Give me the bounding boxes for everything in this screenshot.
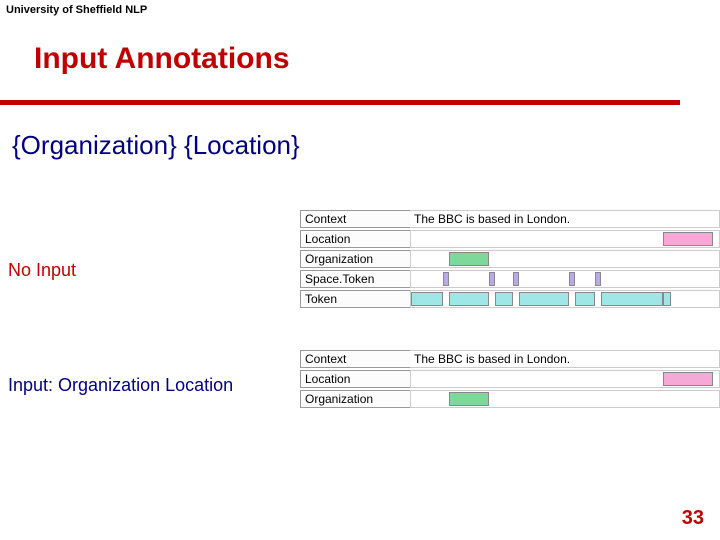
span-organization bbox=[449, 392, 489, 406]
annotation-track bbox=[410, 290, 720, 308]
row-organization: Organization bbox=[300, 250, 720, 268]
span-token bbox=[663, 292, 671, 306]
row-context: Context The BBC is based in London. bbox=[300, 210, 720, 228]
span-token bbox=[495, 292, 513, 306]
span-token bbox=[519, 292, 569, 306]
row-label: Organization bbox=[300, 390, 410, 408]
annotation-panel-no-input: Context The BBC is based in London. Loca… bbox=[300, 210, 720, 310]
header-band: University of Sheffield NLP bbox=[0, 0, 720, 20]
annotation-track bbox=[410, 250, 720, 268]
label-input: Input: Organization Location bbox=[8, 375, 233, 396]
span-token bbox=[601, 292, 663, 306]
annotation-track bbox=[410, 230, 720, 248]
context-sentence: The BBC is based in London. bbox=[410, 210, 720, 228]
row-label: Location bbox=[300, 230, 410, 248]
row-context: Context The BBC is based in London. bbox=[300, 350, 720, 368]
context-sentence: The BBC is based in London. bbox=[410, 350, 720, 368]
annotation-track bbox=[410, 270, 720, 288]
page-number: 33 bbox=[682, 507, 704, 530]
label-no-input: No Input bbox=[8, 260, 76, 281]
annotation-track bbox=[410, 370, 720, 388]
span-location bbox=[663, 232, 713, 246]
slide-title: Input Annotations bbox=[34, 42, 290, 76]
row-label: Organization bbox=[300, 250, 410, 268]
span-space bbox=[489, 272, 495, 286]
annotation-panel-input: Context The BBC is based in London. Loca… bbox=[300, 350, 720, 410]
pattern-text: {Organization} {Location} bbox=[12, 130, 300, 161]
row-label: Context bbox=[300, 350, 410, 368]
span-space bbox=[443, 272, 449, 286]
span-space bbox=[595, 272, 601, 286]
row-label: Context bbox=[300, 210, 410, 228]
row-space-token: Space.Token bbox=[300, 270, 720, 288]
span-location bbox=[663, 372, 713, 386]
row-location: Location bbox=[300, 370, 720, 388]
row-label: Location bbox=[300, 370, 410, 388]
span-organization bbox=[449, 252, 489, 266]
row-token: Token bbox=[300, 290, 720, 308]
title-underline bbox=[0, 100, 680, 105]
span-token bbox=[411, 292, 443, 306]
span-space bbox=[513, 272, 519, 286]
span-space bbox=[569, 272, 575, 286]
row-label: Token bbox=[300, 290, 410, 308]
row-location: Location bbox=[300, 230, 720, 248]
span-token bbox=[449, 292, 489, 306]
span-token bbox=[575, 292, 595, 306]
annotation-track bbox=[410, 390, 720, 408]
row-organization: Organization bbox=[300, 390, 720, 408]
row-label: Space.Token bbox=[300, 270, 410, 288]
